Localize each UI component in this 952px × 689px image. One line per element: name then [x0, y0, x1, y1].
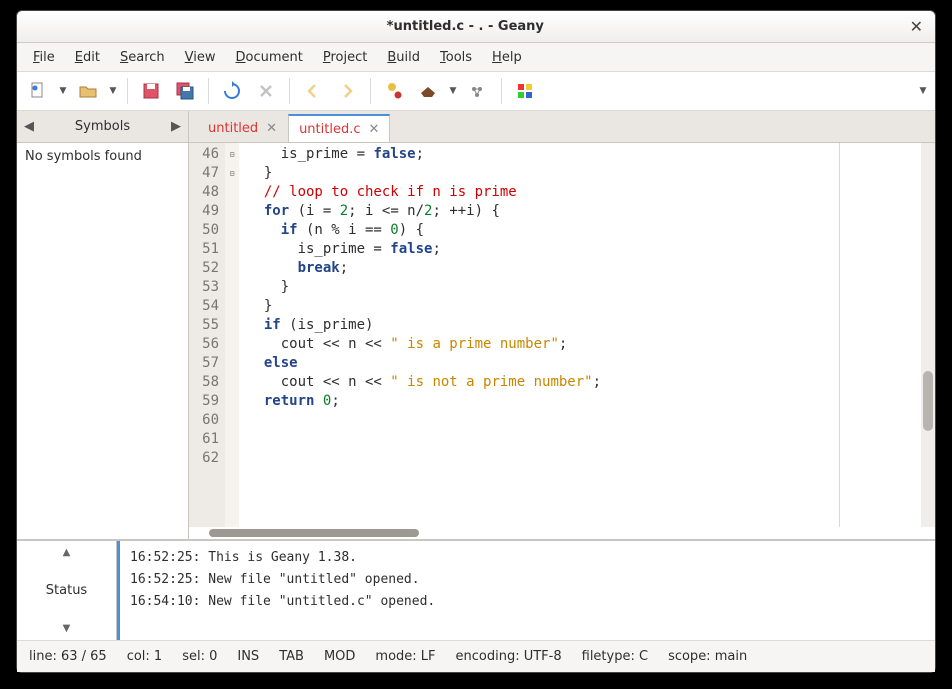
message-tabs-side: ▲ Status ▼: [17, 541, 117, 640]
editor-tabs: untitled ✕ untitled.c ✕: [189, 111, 935, 143]
editor-column: untitled ✕ untitled.c ✕ 4647484950515253545…: [189, 111, 935, 539]
toolbar-separator: [127, 78, 128, 104]
menu-file[interactable]: File: [25, 47, 63, 68]
menu-view[interactable]: View: [177, 47, 224, 68]
msg-next-icon[interactable]: ▼: [63, 623, 71, 634]
new-file-button[interactable]: [23, 77, 53, 105]
compile-button[interactable]: [379, 77, 409, 105]
sidebar: ◀ Symbols ▶ No symbols found: [17, 111, 189, 539]
tab-close-icon[interactable]: ✕: [369, 122, 380, 137]
workarea: ◀ Symbols ▶ No symbols found untitled✕un…: [17, 111, 935, 540]
scrollbar-thumb[interactable]: [923, 371, 933, 431]
toolbar-separator: [289, 78, 290, 104]
msg-tab-label[interactable]: Status: [46, 583, 87, 598]
status-tab: TAB: [279, 649, 304, 664]
status-encoding: encoding: UTF-8: [456, 649, 562, 664]
tab-label: untitled.c: [299, 122, 360, 137]
close-icon[interactable]: ✕: [906, 17, 927, 36]
message-pane: ▲ Status ▼ 16:52:25: This is Geany 1.38.…: [17, 540, 935, 640]
run-button[interactable]: [463, 77, 493, 105]
fold-gutter[interactable]: ⊟⊟: [225, 143, 239, 527]
status-scope: scope: main: [668, 649, 747, 664]
editor-tab[interactable]: untitled.c ✕: [288, 114, 390, 144]
right-margin-line: [839, 143, 840, 527]
toolbar-separator: [501, 78, 502, 104]
sidebar-prev-icon[interactable]: ◀: [17, 119, 41, 134]
editor-tab[interactable]: untitled ✕: [197, 113, 288, 143]
titlebar[interactable]: *untitled.c - . - Geany ✕: [17, 11, 935, 43]
build-dropdown[interactable]: ▼: [447, 86, 459, 96]
menu-project[interactable]: Project: [315, 47, 376, 68]
sidebar-body: No symbols found: [17, 143, 188, 539]
nav-forward-button[interactable]: [332, 77, 362, 105]
color-chooser-button[interactable]: [510, 77, 540, 105]
msg-prev-icon[interactable]: ▲: [63, 547, 71, 558]
status-filetype: filetype: C: [582, 649, 648, 664]
vertical-scrollbar[interactable]: [921, 143, 935, 527]
scrollbar-thumb[interactable]: [209, 529, 419, 537]
tab-close-icon[interactable]: ✕: [266, 121, 277, 136]
message-body[interactable]: 16:52:25: This is Geany 1.38.16:52:25: N…: [117, 541, 935, 640]
status-ins: INS: [237, 649, 259, 664]
sidebar-next-icon[interactable]: ▶: [164, 119, 188, 134]
menu-document[interactable]: Document: [228, 47, 311, 68]
sidebar-tab-label[interactable]: Symbols: [41, 119, 164, 134]
save-button[interactable]: [136, 77, 166, 105]
menu-edit[interactable]: Edit: [67, 47, 108, 68]
toolbar-overflow[interactable]: ▼: [917, 86, 929, 96]
app-window: *untitled.c - . - Geany ✕ File Edit Sear…: [16, 10, 936, 673]
code-area[interactable]: is_prime = false; } // loop to check if …: [239, 143, 921, 527]
sidebar-tabs: ◀ Symbols ▶: [17, 111, 188, 143]
window-title: *untitled.c - . - Geany: [25, 19, 906, 34]
toolbar-separator: [208, 78, 209, 104]
toolbar: ▼ ▼ ▼ ▼: [17, 71, 935, 111]
open-file-dropdown[interactable]: ▼: [107, 86, 119, 96]
horizontal-scrollbar[interactable]: [189, 527, 935, 539]
status-sel: sel: 0: [182, 649, 217, 664]
menubar: File Edit Search View Document Project B…: [17, 43, 935, 71]
toolbar-separator: [370, 78, 371, 104]
menu-build[interactable]: Build: [379, 47, 428, 68]
save-all-button[interactable]: [170, 77, 200, 105]
tab-label: untitled: [208, 121, 258, 136]
open-file-button[interactable]: [73, 77, 103, 105]
status-mode: mode: LF: [375, 649, 435, 664]
menu-tools[interactable]: Tools: [432, 47, 480, 68]
statusbar: line: 63 / 65 col: 1 sel: 0 INS TAB MOD …: [17, 640, 935, 672]
status-col: col: 1: [127, 649, 163, 664]
status-line: line: 63 / 65: [29, 649, 107, 664]
menu-search[interactable]: Search: [112, 47, 173, 68]
line-number-gutter: 4647484950515253545556575859606162: [189, 143, 225, 527]
reload-button[interactable]: [217, 77, 247, 105]
menu-help[interactable]: Help: [484, 47, 530, 68]
build-button[interactable]: [413, 77, 443, 105]
nav-back-button[interactable]: [298, 77, 328, 105]
code-editor[interactable]: 4647484950515253545556575859606162 ⊟⊟ is…: [189, 143, 935, 527]
close-file-button[interactable]: [251, 77, 281, 105]
new-file-dropdown[interactable]: ▼: [57, 86, 69, 96]
status-mod: MOD: [324, 649, 355, 664]
